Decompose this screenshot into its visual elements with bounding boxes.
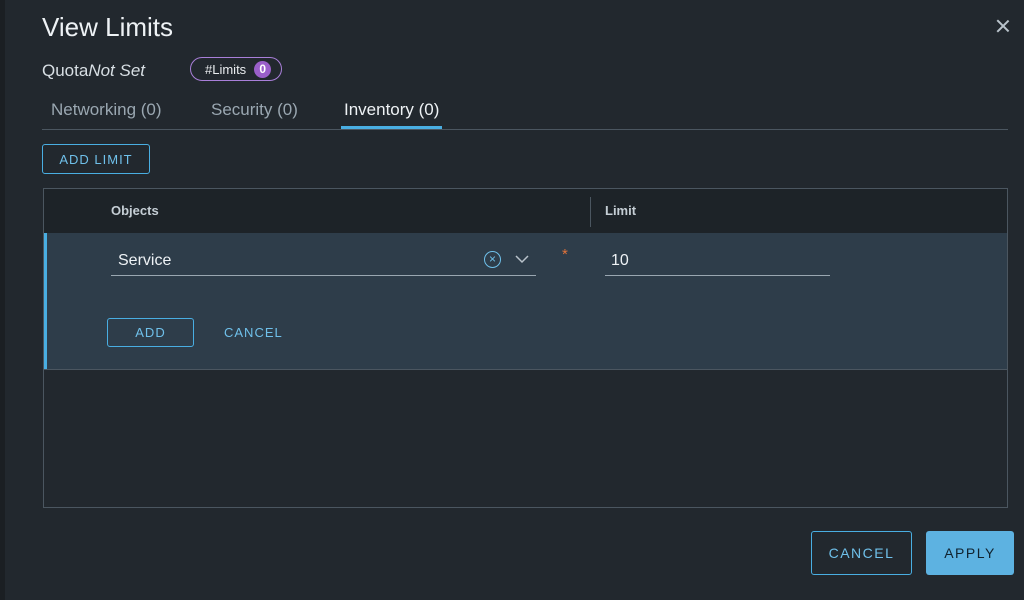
tab-bar: Networking (0) Security (0) Inventory (0… (42, 96, 1008, 130)
quota-value: Not Set (88, 61, 146, 80)
tab-inventory[interactable]: Inventory (0) (341, 100, 443, 129)
grid-header: Objects Limit (44, 189, 1007, 234)
column-separator[interactable] (590, 197, 591, 227)
close-icon[interactable] (995, 18, 1011, 34)
view-limits-dialog: View Limits QuotaNot Set #Limits 0 Netwo… (5, 0, 1024, 600)
row-cancel-button[interactable]: CANCEL (224, 325, 283, 340)
apply-button[interactable]: APPLY (926, 531, 1014, 575)
tab-networking[interactable]: Networking (0) (48, 100, 165, 128)
limit-edit-row: Service × * 10 ADD CANCEL (44, 233, 1007, 370)
limit-input[interactable]: 10 (605, 249, 830, 276)
clear-icon[interactable]: × (484, 251, 501, 268)
limits-grid: Objects Limit Service × * 10 ADD CANCEL (43, 188, 1008, 508)
quota-label: Quota (42, 61, 89, 80)
quota-status: QuotaNot Set (42, 61, 145, 81)
cancel-button[interactable]: CANCEL (811, 531, 912, 575)
object-select[interactable]: Service × (111, 249, 536, 276)
tab-security[interactable]: Security (0) (208, 100, 301, 128)
limit-input-value: 10 (611, 252, 629, 269)
add-limit-button[interactable]: ADD LIMIT (42, 144, 150, 174)
limits-badge-label: #Limits (205, 61, 247, 77)
object-select-value: Service (118, 252, 172, 269)
chevron-down-icon[interactable] (515, 252, 529, 266)
limits-badge: #Limits 0 (190, 57, 282, 81)
column-header-limit[interactable]: Limit (605, 203, 636, 218)
add-button[interactable]: ADD (107, 318, 194, 347)
dialog-title: View Limits (42, 12, 174, 42)
column-header-objects[interactable]: Objects (111, 203, 159, 218)
limits-badge-count: 0 (254, 60, 272, 78)
required-indicator: * (562, 246, 568, 263)
